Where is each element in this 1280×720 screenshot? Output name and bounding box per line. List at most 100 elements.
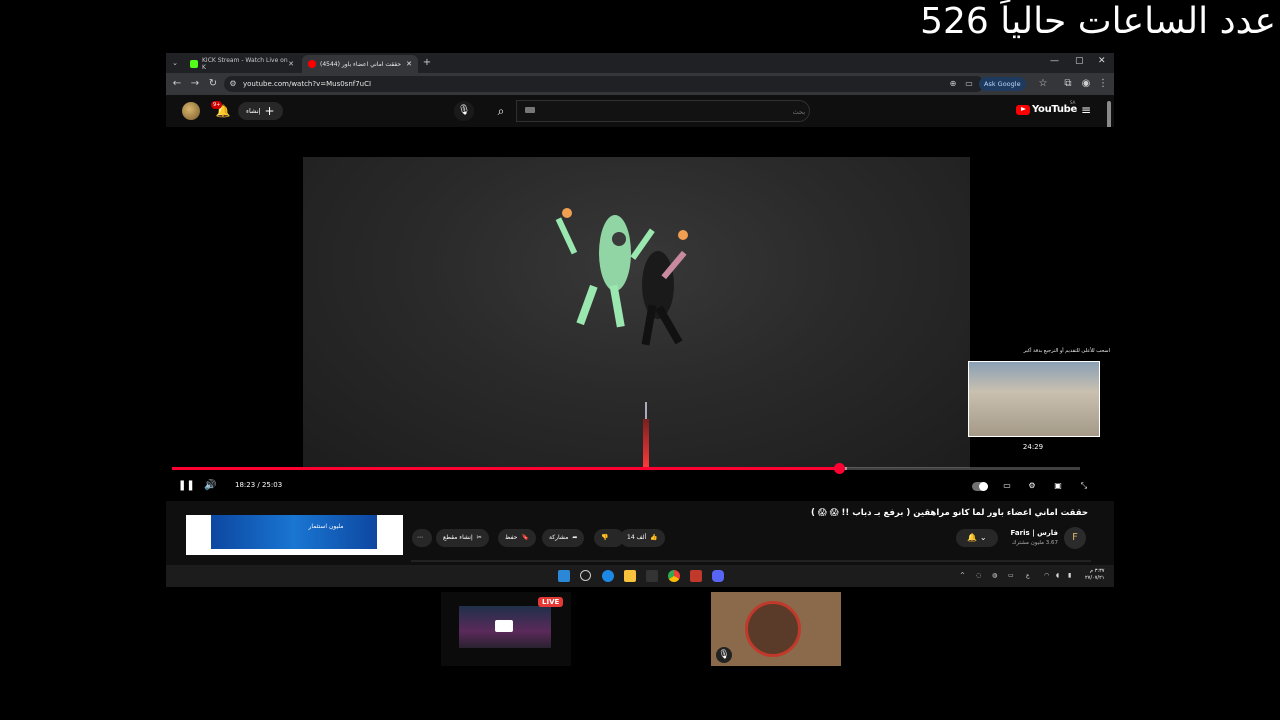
tray-app-icon[interactable]: ◌ [976, 572, 981, 579]
browser-window: ⌄ KICK Stream - Watch Live on K ✕ (4544)… [166, 53, 1114, 587]
dislike-button[interactable]: 👎 [594, 529, 624, 547]
search-taskbar-icon[interactable] [580, 570, 591, 581]
more-menu-icon[interactable]: ⋮ [1096, 77, 1110, 91]
subscribed-bell-button[interactable]: 🔔 ⌄ [956, 529, 998, 547]
extensions-icon[interactable]: ⧉ [1061, 77, 1075, 91]
clip-button[interactable]: إنشاء مقطع ✂ [436, 529, 489, 547]
ask-google-button[interactable]: Ask Google [979, 77, 1026, 91]
avatar[interactable] [182, 102, 200, 120]
chrome-icon[interactable] [668, 570, 680, 582]
hours-overlay-text: عدد الساعات حالياً 526 [920, 1, 1276, 42]
stream-preview-1[interactable]: LIVE [441, 592, 571, 666]
cast-icon[interactable]: ▭ [962, 77, 976, 91]
youtube-favicon-icon [308, 60, 316, 68]
reload-icon[interactable]: ↻ [206, 77, 220, 91]
time-display: 18:23 / 25:03 [235, 481, 283, 489]
plus-icon: + [264, 104, 275, 118]
wifi-icon[interactable]: ◠ [1044, 572, 1049, 579]
tab-strip: ⌄ KICK Stream - Watch Live on K ✕ (4544)… [166, 53, 1114, 73]
new-tab-icon[interactable]: + [420, 56, 434, 70]
url-text: youtube.com/watch?v=Mus0snf7uCI [243, 80, 372, 88]
microphone-tray-icon[interactable]: ◍ [992, 572, 997, 579]
close-window-icon[interactable]: ✕ [1098, 56, 1106, 66]
bookmark-icon: 🔖 [521, 534, 529, 541]
pause-icon[interactable]: ❚❚ [178, 479, 195, 493]
address-bar[interactable]: ⚙ youtube.com/watch?v=Mus0snf7uCI ⊕ ▭ [224, 76, 984, 92]
save-label: حفظ [505, 534, 518, 541]
display-tray-icon[interactable]: ▭ [1008, 572, 1014, 579]
zoom-icon[interactable]: ⊕ [946, 77, 960, 91]
tab-kick[interactable]: KICK Stream - Watch Live on K ✕ [184, 55, 300, 73]
tab-search-icon[interactable]: ⌄ [168, 56, 182, 70]
thumbs-down-icon: 👎 [601, 534, 609, 541]
tray-chevron-icon[interactable]: ^ [960, 572, 965, 579]
maximize-icon[interactable]: ▢ [1075, 56, 1084, 66]
search-icon[interactable]: ⌕ [482, 100, 520, 122]
channel-avatar[interactable]: F [1064, 527, 1086, 549]
forward-icon[interactable]: → [188, 77, 202, 91]
tab-youtube[interactable]: (4544) حققت اماني اعضاء باور ✕ [302, 55, 418, 73]
more-actions-icon[interactable]: ⋯ [412, 529, 432, 547]
screen-share-icon [495, 620, 513, 632]
youtube-header: 🔔 9+ إنشاء + 🎙 ⌕ YouTube SA ≡ [166, 95, 1114, 127]
channel-name[interactable]: فارس | Faris [1011, 529, 1058, 537]
scissors-icon: ✂ [476, 534, 482, 541]
video-title: حققت اماني اعضاء باور لما كانو مراهقين (… [811, 508, 1088, 518]
battery-icon[interactable]: ▮ [1068, 572, 1071, 579]
skydiver-black [641, 250, 687, 346]
theater-mode-icon[interactable]: ▣ [1051, 480, 1065, 492]
subtitles-icon[interactable]: ▭ [1000, 480, 1014, 492]
settings-gear-icon[interactable]: ⚙ [1025, 480, 1039, 492]
video-player[interactable]: اسحب للأعلى للتقديم أو الترجيع بدقة أكبر… [166, 127, 1114, 501]
volume-tray-icon[interactable]: ◖ [1056, 572, 1059, 579]
muted-mic-icon: 🎙 [716, 647, 732, 663]
minimize-icon[interactable]: — [1050, 56, 1059, 66]
kick-favicon-icon [190, 60, 198, 68]
edge-browser-icon[interactable] [602, 570, 614, 582]
app-icon[interactable] [646, 570, 658, 582]
file-explorer-icon[interactable] [624, 570, 636, 582]
skydivers-illustration [555, 208, 688, 346]
youtube-logo[interactable]: YouTube [1016, 104, 1077, 115]
discord-icon[interactable] [712, 570, 724, 582]
stream-preview-2[interactable] [576, 592, 706, 666]
youtube-play-logo-icon [1016, 104, 1030, 115]
save-button[interactable]: حفظ 🔖 [498, 529, 536, 547]
share-button[interactable]: مشاركة ➦ [542, 529, 585, 547]
autoplay-toggle[interactable] [972, 482, 988, 491]
input-language[interactable]: ع [1026, 572, 1030, 579]
youtube-wordmark: YouTube [1032, 104, 1077, 115]
divider [411, 560, 1091, 562]
clock-date: ٢٧/٠٧/٢١ [1085, 575, 1105, 581]
likes-count: 14 ألف [627, 534, 647, 541]
close-icon[interactable]: ✕ [406, 60, 412, 68]
stream-preview-3[interactable]: 🎙 [711, 592, 841, 666]
volume-icon[interactable]: 🔊 [204, 479, 216, 493]
video-frame[interactable] [303, 157, 970, 468]
tab-title: KICK Stream - Watch Live on K [202, 57, 288, 71]
windows-taskbar: ^ ◌ ◍ ▭ ع ◠ ◖ ▮ ٣:٣٧ م ٢٧/٠٧/٢١ [166, 565, 1114, 587]
site-settings-icon[interactable]: ⚙ [226, 77, 240, 91]
search-input[interactable] [523, 103, 807, 121]
exit-fullscreen-icon[interactable]: ⤡ [1077, 480, 1091, 492]
back-icon[interactable]: ← [170, 77, 184, 91]
sponsored-ad-card[interactable]: مليون استثمار [186, 515, 403, 555]
like-button[interactable]: 14 ألف 👍 [620, 529, 665, 547]
hamburger-menu-icon[interactable]: ≡ [1081, 104, 1091, 116]
create-label: إنشاء [246, 107, 261, 115]
notification-badge: 9+ [211, 101, 223, 109]
profile-ring [745, 601, 801, 657]
microphone-icon[interactable]: 🎙 [454, 101, 474, 121]
recording-app-icon[interactable] [690, 570, 702, 582]
tower-lights [643, 419, 649, 468]
scrubber-handle[interactable] [834, 463, 845, 474]
bookmark-star-icon[interactable]: ☆ [1036, 77, 1050, 91]
taskbar-clock[interactable]: ٣:٣٧ م ٢٧/٠٧/٢١ [1085, 568, 1104, 582]
profile-icon[interactable]: ◉ [1079, 77, 1093, 91]
ad-banner-image: مليون استثمار [211, 515, 377, 549]
close-icon[interactable]: ✕ [288, 60, 294, 68]
create-button[interactable]: إنشاء + [238, 102, 283, 120]
scrub-hint-text: اسحب للأعلى للتقديم أو الترجيع بدقة أكبر [1023, 348, 1111, 354]
search-box [516, 100, 810, 122]
windows-start-icon[interactable] [558, 570, 570, 582]
